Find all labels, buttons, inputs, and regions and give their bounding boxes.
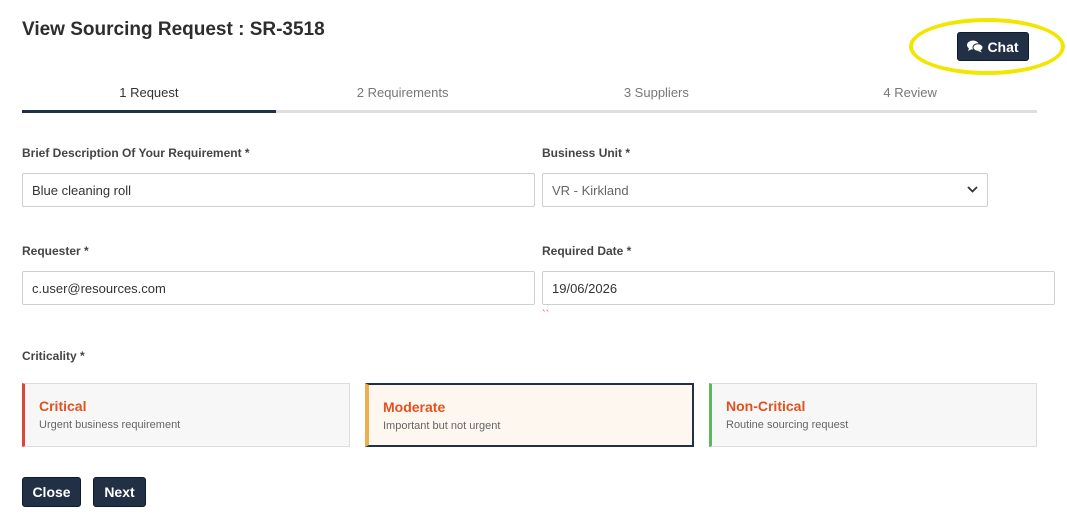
comments-icon [967,40,984,53]
tab-requirements[interactable]: 2 Requirements [276,80,530,110]
required-date-input[interactable]: 19/06/2026 [542,271,1055,305]
requester-label: Requester * [22,244,89,258]
tab-request[interactable]: 1 Request [22,80,276,113]
chat-button-label: Chat [987,38,1019,55]
description-label: Brief Description Of Your Requirement * [22,146,250,160]
business-unit-select[interactable]: VR - Kirkland [542,173,988,207]
criticality-option-non-critical[interactable]: Non-Critical Routine sourcing request [709,383,1037,447]
description-input[interactable]: Blue cleaning roll [22,173,535,207]
criticality-option-name: Non-Critical [726,398,806,414]
criticality-option-desc: Urgent business requirement [39,419,181,431]
tab-suppliers[interactable]: 3 Suppliers [530,80,784,110]
criticality-option-desc: Routine sourcing request [726,419,849,431]
page-title: View Sourcing Request : SR-3518 [22,19,325,40]
required-date-value: 19/06/2026 [552,280,618,296]
business-unit-label: Business Unit * [542,146,631,160]
criticality-option-name: Moderate [383,399,446,415]
criticality-option-desc: Important but not urgent [383,420,501,432]
criticality-option-name: Critical [39,398,87,414]
requester-input[interactable]: c.user@resources.com [22,271,535,305]
step-tabs: 1 Request 2 Requirements 3 Suppliers 4 R… [22,80,1037,113]
criticality-option-critical[interactable]: Critical Urgent business requirement [22,383,350,447]
next-button[interactable]: Next [93,477,146,507]
criticality-label: Criticality * [22,349,85,363]
tab-review[interactable]: 4 Review [783,80,1037,110]
criticality-option-moderate[interactable]: Moderate Important but not urgent [365,383,694,447]
required-date-label: Required Date * [542,244,632,258]
chat-button[interactable]: Chat [957,32,1029,61]
required-date-error-mark: `` [542,309,550,321]
close-button[interactable]: Close [22,477,81,507]
business-unit-value: VR - Kirkland [552,182,629,198]
description-value: Blue cleaning roll [32,182,132,198]
chevron-down-icon [967,184,978,196]
requester-value: c.user@resources.com [32,280,166,296]
